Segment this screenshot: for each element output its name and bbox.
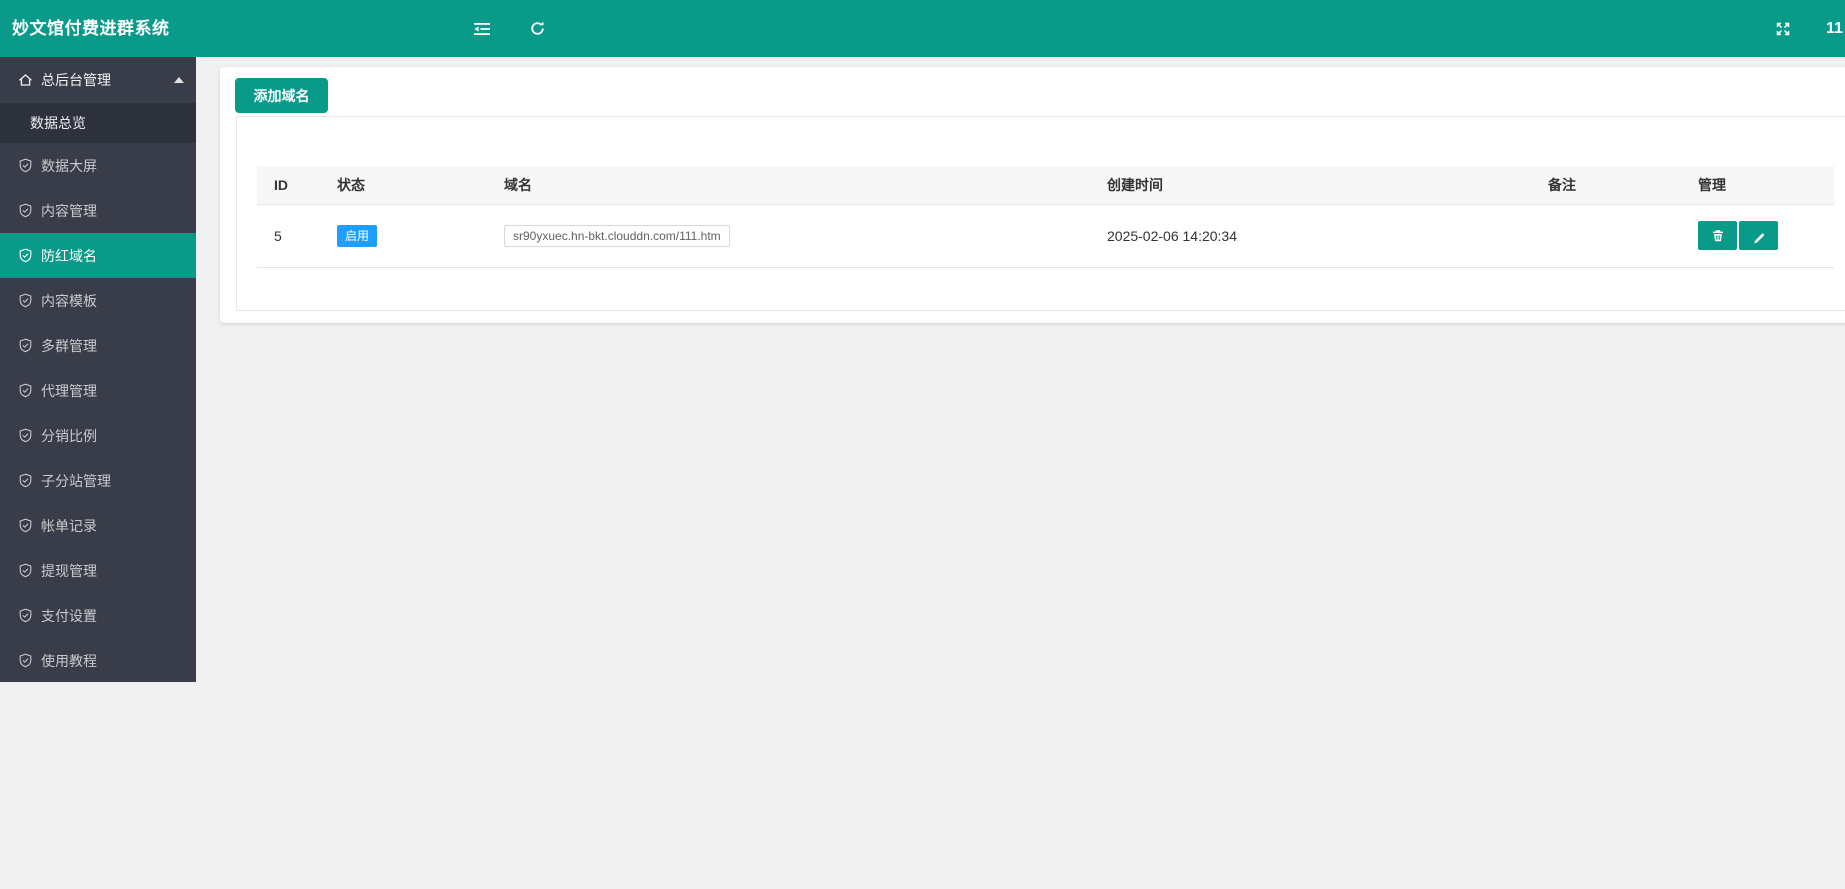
sidebar-item-multi-group[interactable]: 多群管理 <box>0 323 196 368</box>
sidebar-item-label: 数据总览 <box>30 115 86 131</box>
sidebar-item-tutorial[interactable]: 使用教程 <box>0 638 196 683</box>
sidebar-item-label: 帐单记录 <box>41 517 97 534</box>
shield-check-icon <box>19 383 32 398</box>
col-header-id: ID <box>257 166 337 205</box>
add-domain-button[interactable]: 添加域名 <box>235 78 328 113</box>
sidebar-item-label: 子分站管理 <box>41 472 111 489</box>
sidebar-item-billing-records[interactable]: 帐单记录 <box>0 503 196 548</box>
app-title: 妙文馆付费进群系统 <box>12 19 170 38</box>
sidebar-item-agent-mgmt[interactable]: 代理管理 <box>0 368 196 413</box>
shield-check-icon <box>19 653 32 668</box>
sidebar-item-label: 防红域名 <box>41 247 97 264</box>
sidebar-item-content-mgmt[interactable]: 内容管理 <box>0 188 196 233</box>
domain-table: ID 状态 域名 创建时间 备注 管理 5 启用 sr90yxuec.hn-bk… <box>257 166 1834 268</box>
sidebar-item-withdrawal-mgmt[interactable]: 提现管理 <box>0 548 196 593</box>
sidebar-nav: 总后台管理 数据总览 数据大屏 内容管理 防红域名 内容模板 多群管理 代理管理… <box>0 57 196 682</box>
trash-icon <box>1712 229 1723 241</box>
sidebar-item-label: 多群管理 <box>41 337 97 354</box>
shield-check-icon <box>19 293 32 308</box>
shield-check-icon <box>19 338 32 353</box>
refresh-icon[interactable] <box>522 0 552 57</box>
header-clock: 11 <box>1826 20 1843 37</box>
main-content-card: 添加域名 ID 状态 域名 创建时间 备注 管理 5 启用 sr90yxuec.… <box>220 67 1845 323</box>
table-panel: ID 状态 域名 创建时间 备注 管理 5 启用 sr90yxuec.hn-bk… <box>236 116 1845 311</box>
shield-check-icon <box>19 158 32 173</box>
sidebar-item-label: 分销比例 <box>41 427 97 444</box>
shield-check-icon <box>19 608 32 623</box>
table-header-row: ID 状态 域名 创建时间 备注 管理 <box>257 166 1834 205</box>
sidebar-group-admin[interactable]: 总后台管理 <box>0 57 196 103</box>
sidebar-item-distribution-ratio[interactable]: 分销比例 <box>0 413 196 458</box>
cell-id: 5 <box>257 204 337 268</box>
col-header-status: 状态 <box>337 166 504 205</box>
edit-button[interactable] <box>1739 221 1778 250</box>
home-icon <box>19 74 32 86</box>
domain-value-box: sr90yxuec.hn-bkt.clouddn.com/111.htm <box>504 224 730 247</box>
shield-check-icon <box>19 473 32 488</box>
sidebar-item-content-template[interactable]: 内容模板 <box>0 278 196 323</box>
shield-check-icon <box>19 203 32 218</box>
sidebar-item-label: 数据大屏 <box>41 157 97 174</box>
col-header-domain: 域名 <box>504 166 1107 205</box>
status-badge-enabled[interactable]: 启用 <box>337 224 378 247</box>
col-header-remark: 备注 <box>1548 166 1698 205</box>
chevron-up-icon <box>174 77 184 83</box>
collapse-menu-icon[interactable] <box>467 0 497 57</box>
sidebar-item-label: 内容模板 <box>41 292 97 309</box>
table-row: 5 启用 sr90yxuec.hn-bkt.clouddn.com/111.ht… <box>257 204 1834 268</box>
shield-check-icon <box>19 518 32 533</box>
sidebar-item-label: 支付设置 <box>41 607 97 624</box>
shield-check-icon <box>19 563 32 578</box>
shield-check-icon <box>19 248 32 263</box>
col-header-manage: 管理 <box>1698 166 1834 205</box>
delete-button[interactable] <box>1698 221 1737 250</box>
sidebar-item-payment-settings[interactable]: 支付设置 <box>0 593 196 638</box>
sidebar-item-substation-mgmt[interactable]: 子分站管理 <box>0 458 196 503</box>
pencil-icon <box>1753 233 1764 243</box>
sidebar-item-data-overview[interactable]: 数据总览 <box>0 103 196 143</box>
sidebar-item-label: 内容管理 <box>41 202 97 219</box>
fullscreen-icon[interactable] <box>1768 0 1798 57</box>
cell-created-time: 2025-02-06 14:20:34 <box>1107 204 1548 268</box>
top-header-bar: 妙文馆付费进群系统 11 <box>0 0 1845 57</box>
sidebar-item-anti-red-domain[interactable]: 防红域名 <box>0 233 196 278</box>
sidebar-group-label: 总后台管理 <box>41 72 111 88</box>
sidebar-item-label: 代理管理 <box>41 382 97 399</box>
sidebar-item-data-screen[interactable]: 数据大屏 <box>0 143 196 188</box>
cell-remark <box>1548 204 1698 268</box>
sidebar-item-label: 提现管理 <box>41 562 97 579</box>
col-header-created: 创建时间 <box>1107 166 1548 205</box>
sidebar-item-label: 使用教程 <box>41 652 97 669</box>
shield-check-icon <box>19 428 32 443</box>
